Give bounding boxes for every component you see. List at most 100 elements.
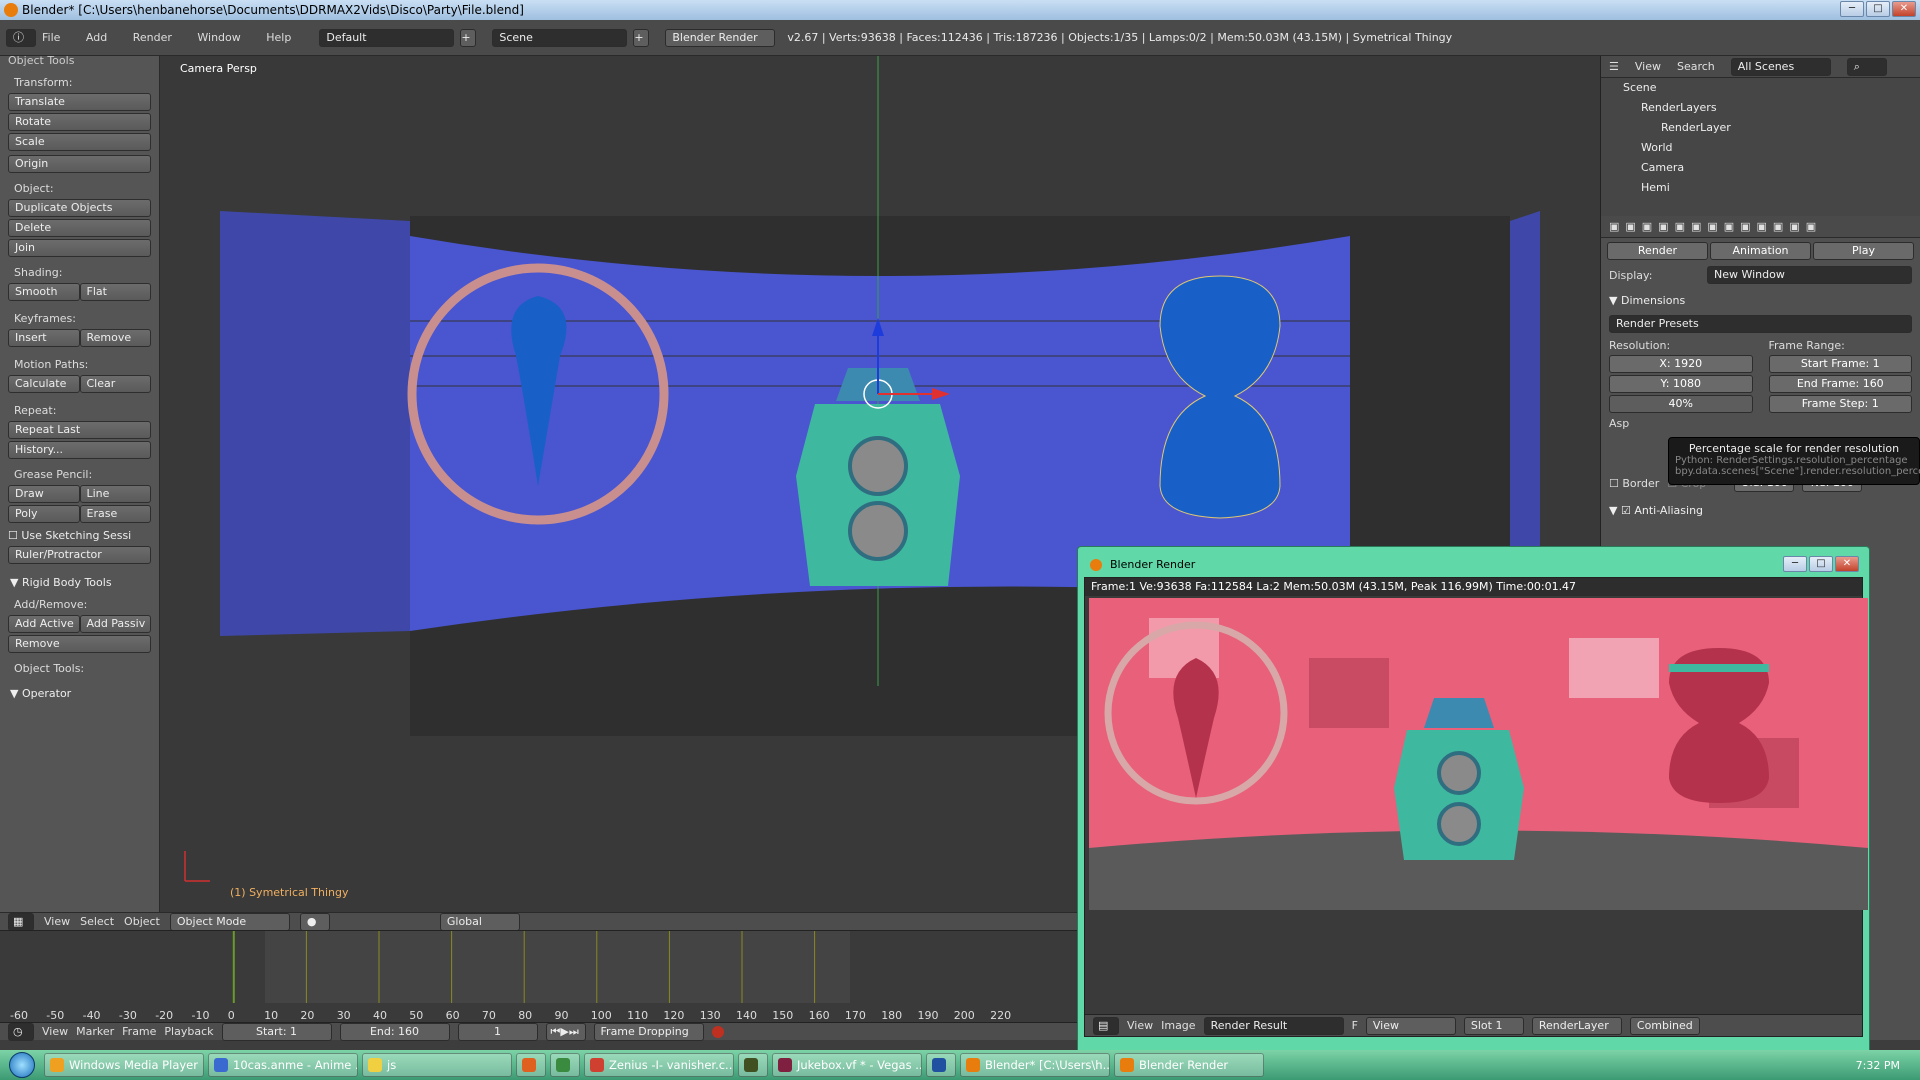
- current-frame-field[interactable]: 1: [457, 1022, 538, 1041]
- history-button[interactable]: History...: [8, 441, 151, 459]
- duplicate-objects-button[interactable]: Duplicate Objects: [8, 199, 151, 217]
- image-selector[interactable]: Render Result: [1203, 1016, 1344, 1035]
- minimize-button[interactable]: ─: [1840, 1, 1864, 17]
- render-window[interactable]: Blender Render ─ □ ✕ Frame:1 Ve:93638 Fa…: [1077, 546, 1870, 1056]
- tl-playback-menu[interactable]: Playback: [164, 1025, 213, 1038]
- editor-type-icon[interactable]: ⓘ: [6, 28, 36, 47]
- delete-button[interactable]: Delete: [8, 219, 151, 237]
- image-view-menu[interactable]: View: [1127, 1019, 1153, 1032]
- rw-close-button[interactable]: ✕: [1835, 556, 1859, 572]
- image-menu[interactable]: Image: [1161, 1019, 1195, 1032]
- record-icon[interactable]: [711, 1025, 724, 1038]
- start-button[interactable]: [0, 1050, 44, 1080]
- close-button[interactable]: ✕: [1892, 1, 1916, 17]
- properties-context-tabs[interactable]: ▣▣▣▣▣▣▣▣▣▣▣▣▣: [1601, 216, 1920, 238]
- app-pin-2[interactable]: [926, 1053, 956, 1077]
- menu-window[interactable]: Window: [197, 31, 240, 44]
- anti-aliasing-panel[interactable]: ▼ ☑ Anti-Aliasing: [1601, 494, 1920, 527]
- insert-keyframe-button[interactable]: Insert: [8, 329, 80, 347]
- timeline-editor[interactable]: -60 -50 -40 -30 -20 -10 0 10 20 30 40 50 60 70 80 90 100…: [0, 930, 1080, 1022]
- clear-button[interactable]: Clear: [79, 375, 151, 393]
- draw-button[interactable]: Draw: [8, 485, 80, 503]
- fake-user-button[interactable]: F: [1352, 1019, 1358, 1032]
- view-selector[interactable]: View: [1365, 1016, 1456, 1035]
- pass-selector[interactable]: Combined: [1629, 1016, 1700, 1035]
- resolution-x-field[interactable]: X: 1920: [1609, 355, 1753, 373]
- viewport-editor-icon[interactable]: ▦: [8, 912, 34, 931]
- outliner-filter-selector[interactable]: All Scenes: [1730, 57, 1831, 76]
- sync-mode-selector[interactable]: Frame Dropping: [593, 1022, 704, 1041]
- orientation-selector[interactable]: Global: [439, 912, 520, 931]
- border-checkbox[interactable]: ☐ Border: [1609, 477, 1659, 490]
- rigid-body-panel[interactable]: ▼ Rigid Body Tools: [10, 576, 151, 589]
- playback-controls-icon[interactable]: ⏮▶⏭: [545, 1022, 586, 1041]
- slot-selector[interactable]: Slot 1: [1463, 1016, 1524, 1035]
- frame-step-field[interactable]: Frame Step: 1: [1768, 395, 1912, 413]
- sketching-checkbox[interactable]: ☐ Use Sketching Sessi: [8, 529, 151, 542]
- repeat-last-button[interactable]: Repeat Last: [8, 421, 151, 439]
- dimensions-panel[interactable]: ▼ Dimensions: [1601, 286, 1920, 315]
- mode-selector[interactable]: Object Mode: [169, 912, 290, 931]
- timeline-editor-icon[interactable]: ◷: [8, 1022, 34, 1041]
- layer-selector[interactable]: RenderLayer: [1531, 1016, 1622, 1035]
- outliner-item-world[interactable]: World: [1601, 138, 1920, 158]
- taskbar-js[interactable]: js: [362, 1053, 512, 1077]
- flat-button[interactable]: Flat: [79, 283, 151, 301]
- shading-icon[interactable]: ●: [299, 912, 330, 931]
- outliner-search-icon[interactable]: ⌕: [1846, 57, 1887, 76]
- outliner-item-scene[interactable]: Scene: [1601, 78, 1920, 98]
- select-menu[interactable]: Select: [80, 915, 114, 928]
- outliner-item-hemi[interactable]: Hemi: [1601, 178, 1920, 198]
- tl-view-menu[interactable]: View: [42, 1025, 68, 1038]
- play-button[interactable]: Play: [1813, 242, 1914, 260]
- taskbar-anime[interactable]: 10cas.anme - Anime ...: [208, 1053, 358, 1077]
- render-engine-selector[interactable]: Blender Render: [665, 28, 776, 47]
- erase-button[interactable]: Erase: [79, 505, 151, 523]
- image-editor[interactable]: Frame:1 Ve:93638 Fa:112584 La:2 Mem:50.0…: [1084, 577, 1868, 1037]
- scene-selector[interactable]: Scene: [492, 28, 628, 47]
- layout-selector[interactable]: Default: [319, 28, 455, 47]
- calculate-button[interactable]: Calculate: [8, 375, 80, 393]
- start-frame-prop-field[interactable]: Start Frame: 1: [1768, 355, 1912, 373]
- firefox-pin[interactable]: [516, 1053, 546, 1077]
- outliner-item-camera[interactable]: Camera: [1601, 158, 1920, 178]
- outliner-view-menu[interactable]: View: [1635, 60, 1661, 73]
- scale-button[interactable]: Scale: [8, 133, 151, 151]
- menu-help[interactable]: Help: [266, 31, 291, 44]
- smooth-button[interactable]: Smooth: [8, 283, 80, 301]
- explorer-pin[interactable]: [550, 1053, 580, 1077]
- resolution-percentage-field[interactable]: 40%: [1609, 395, 1753, 413]
- menu-add[interactable]: Add: [86, 31, 107, 44]
- resolution-y-field[interactable]: Y: 1080: [1609, 375, 1753, 393]
- display-selector[interactable]: New Window: [1707, 266, 1912, 284]
- object-menu[interactable]: Object: [124, 915, 160, 928]
- translate-button[interactable]: Translate: [8, 93, 151, 111]
- menu-file[interactable]: File: [42, 31, 60, 44]
- outliner-item-renderlayers[interactable]: RenderLayers: [1601, 98, 1920, 118]
- rotate-button[interactable]: Rotate: [8, 113, 151, 131]
- add-layout-icon[interactable]: +: [460, 28, 477, 47]
- app-pin[interactable]: [738, 1053, 768, 1077]
- render-presets-selector[interactable]: Render Presets: [1609, 315, 1912, 333]
- outliner-item-renderlayer[interactable]: RenderLayer: [1601, 118, 1920, 138]
- image-editor-icon[interactable]: ▤: [1093, 1016, 1119, 1035]
- taskbar-wmp[interactable]: Windows Media Player: [44, 1053, 204, 1077]
- add-active-button[interactable]: Add Active: [8, 615, 80, 633]
- view-menu[interactable]: View: [44, 915, 70, 928]
- operator-panel[interactable]: ▼ Operator: [10, 687, 151, 700]
- taskbar-blender[interactable]: Blender* [C:\Users\h...: [960, 1053, 1110, 1077]
- remove-keyframe-button[interactable]: Remove: [79, 329, 151, 347]
- animation-button[interactable]: Animation: [1710, 242, 1811, 260]
- add-scene-icon[interactable]: +: [633, 28, 650, 47]
- menu-render[interactable]: Render: [133, 31, 172, 44]
- taskbar-chrome[interactable]: Zenius -I- vanisher.c...: [584, 1053, 734, 1077]
- poly-button[interactable]: Poly: [8, 505, 80, 523]
- rw-minimize-button[interactable]: ─: [1783, 556, 1807, 572]
- end-frame-field[interactable]: End: 160: [339, 1022, 450, 1041]
- end-frame-prop-field[interactable]: End Frame: 160: [1768, 375, 1912, 393]
- rw-maximize-button[interactable]: □: [1809, 556, 1833, 572]
- outliner-search-menu[interactable]: Search: [1677, 60, 1715, 73]
- timeline-canvas[interactable]: -60 -50 -40 -30 -20 -10 0 10 20 30 40 50 60 70 80 90 100…: [0, 931, 1080, 1023]
- rigid-remove-button[interactable]: Remove: [8, 635, 151, 653]
- join-button[interactable]: Join: [8, 239, 151, 257]
